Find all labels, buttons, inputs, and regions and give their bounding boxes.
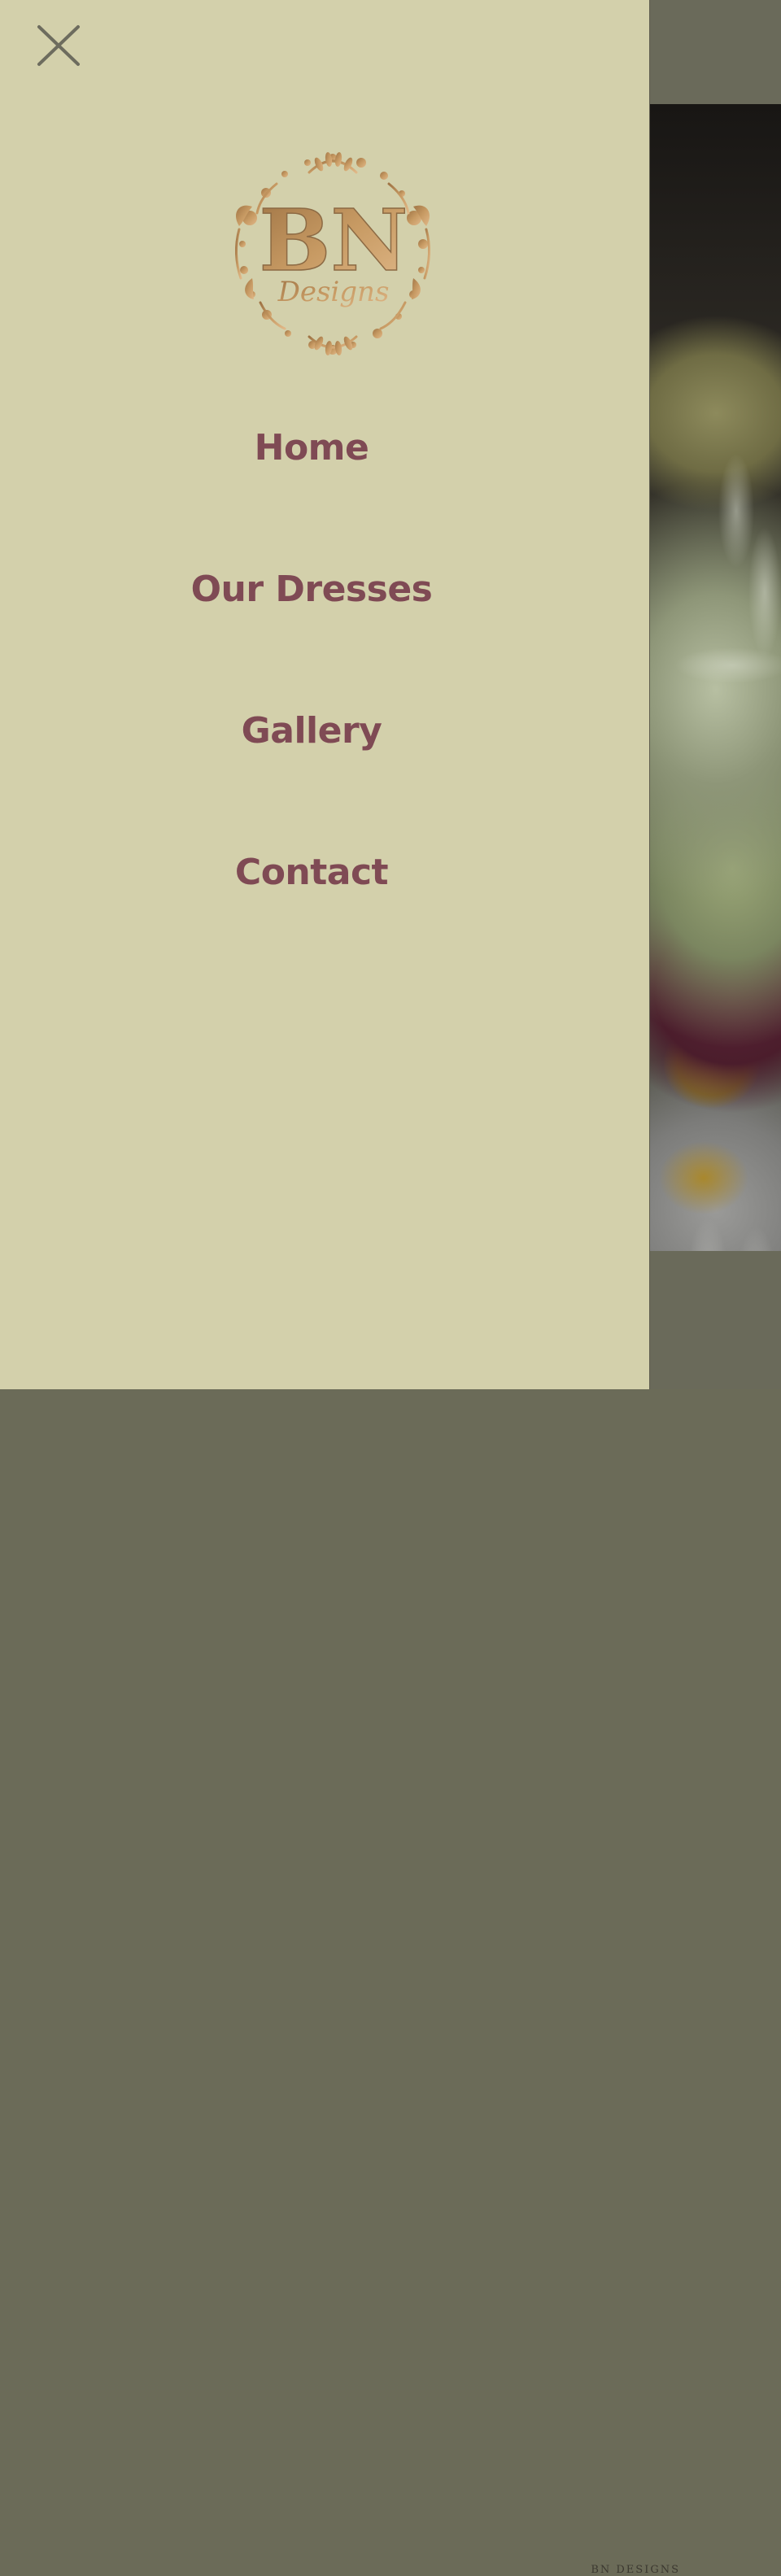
menu-item-contact: Contact — [0, 848, 623, 989]
menu-item-home: Home — [0, 423, 623, 564]
nav-drawer: BN Designs Home Our Dresses Gallery Cont… — [0, 0, 650, 1389]
nav-link-contact[interactable]: Contact — [235, 848, 389, 898]
bn-designs-logo-mark: BN Designs — [235, 152, 430, 355]
main-menu: Home Our Dresses Gallery Contact — [0, 423, 623, 989]
brand-logo[interactable]: BN Designs — [228, 148, 438, 361]
menu-item-gallery: Gallery — [0, 706, 623, 848]
menu-item-our-dresses: Our Dresses — [0, 564, 623, 706]
nav-link-gallery[interactable]: Gallery — [242, 706, 382, 756]
footer-brand-text: BN DESIGNS — [591, 2564, 680, 2576]
nav-link-our-dresses[interactable]: Our Dresses — [191, 564, 433, 615]
close-menu-button[interactable] — [33, 23, 85, 68]
logo-word: Designs — [277, 276, 390, 308]
nav-link-home[interactable]: Home — [255, 423, 369, 473]
close-icon — [37, 25, 80, 66]
